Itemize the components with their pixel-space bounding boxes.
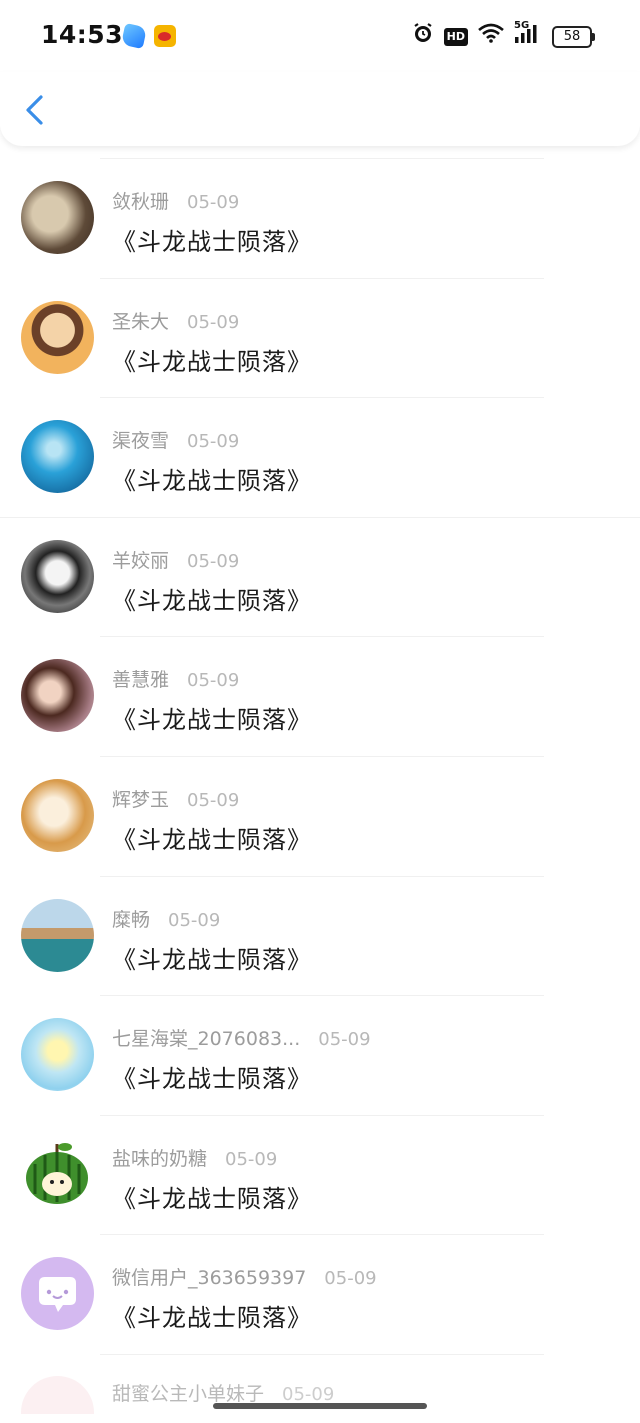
divider (100, 397, 544, 399)
user-name-text: 微信用户_363659397 (112, 1267, 307, 1290)
list-item[interactable]: 盐味的奶糖 05-09 《斗龙战士陨落》 (0, 1114, 640, 1235)
avatar[interactable] (21, 300, 94, 374)
user-name: 糜畅 05-09 (112, 905, 220, 932)
divider (100, 277, 544, 279)
user-name: 敛秋珊 05-09 (112, 187, 239, 214)
comment-date: 05-09 (324, 1268, 377, 1290)
user-name-text: 羊姣丽 (112, 549, 170, 572)
chat-bubble-avatar-icon (39, 1277, 76, 1313)
user-name-text: 辉梦玉 (112, 788, 170, 811)
user-name-text: 渠夜雪 (112, 430, 170, 453)
user-name: 盐味的奶糖 05-09 (112, 1144, 277, 1171)
list-item[interactable]: 圣朱大 05-09 《斗龙战士陨落》 (0, 277, 640, 398)
user-name-text: 善慧雅 (112, 669, 170, 692)
list-item[interactable]: 善慧雅 05-09 《斗龙战士陨落》 (0, 636, 640, 756)
comment-date: 05-09 (187, 192, 240, 213)
comment-date: 05-09 (187, 789, 240, 811)
user-name-text: 七星海棠_2076083... (112, 1028, 301, 1051)
user-name: 辉梦玉 05-09 (112, 785, 239, 812)
back-button[interactable] (16, 88, 56, 132)
comment-text: 《斗龙战士陨落》 (112, 1065, 312, 1094)
list-item[interactable]: 羊姣丽 05-09 《斗龙战士陨落》 (0, 516, 640, 637)
comment-date: 05-09 (187, 311, 240, 333)
status-time: 14:53 (41, 20, 124, 49)
list-item[interactable]: 敛秋珊 05-09 《斗龙战士陨落》 (0, 158, 640, 278)
cellular-signal-icon: 5G (514, 20, 542, 51)
divider (100, 875, 544, 877)
divider (100, 1353, 544, 1355)
comment-date: 05-09 (168, 909, 221, 931)
comment-text: 《斗龙战士陨落》 (112, 825, 312, 854)
divider (100, 1234, 544, 1236)
list-item[interactable]: 微信用户_363659397 05-09 《斗龙战士陨落》 (0, 1234, 640, 1354)
comment-text: 《斗龙战士陨落》 (112, 467, 312, 496)
list-item[interactable]: 七星海棠_2076083... 05-09 《斗龙战士陨落》 (0, 995, 640, 1115)
battery-icon: 58 (552, 26, 595, 48)
network-type-label: 5G (514, 20, 530, 31)
user-name: 渠夜雪 05-09 (112, 426, 239, 453)
avatar[interactable] (21, 1137, 94, 1211)
navigation-bar (0, 72, 640, 146)
user-name: 七星海棠_2076083... 05-09 (112, 1024, 371, 1051)
comment-text: 《斗龙战士陨落》 (112, 945, 312, 974)
user-name: 羊姣丽 05-09 (112, 546, 239, 573)
divider (0, 516, 640, 518)
list-item[interactable]: 辉梦玉 05-09 《斗龙战士陨落》 (0, 755, 640, 876)
user-name-text: 甜蜜公主小单妹子 (112, 1382, 265, 1405)
user-name-text: 糜畅 (112, 908, 151, 931)
app-notification-icon (120, 22, 148, 50)
comment-text: 《斗龙战士陨落》 (112, 1304, 312, 1333)
user-name: 善慧雅 05-09 (112, 665, 239, 692)
comment-date: 05-09 (187, 670, 240, 692)
status-bar: 14:53 HD 5G 58 (0, 0, 640, 72)
status-icons: HD 5G 58 (412, 20, 595, 52)
comment-date: 05-09 (187, 550, 240, 572)
user-name-text: 敛秋珊 (112, 191, 170, 213)
avatar[interactable] (21, 1018, 94, 1092)
comment-text: 《斗龙战士陨落》 (112, 228, 312, 256)
comment-list: 敛秋珊 05-09 《斗龙战士陨落》 圣朱大 05-09 《斗龙战士陨落》 渠夜雪 0… (0, 158, 640, 1414)
avatar[interactable] (21, 778, 94, 852)
comment-text: 《斗龙战士陨落》 (112, 1184, 312, 1213)
avatar[interactable] (21, 181, 94, 254)
list-item[interactable]: 糜畅 05-09 《斗龙战士陨落》 (0, 875, 640, 996)
avatar[interactable] (21, 898, 94, 972)
user-name: 圣朱大 05-09 (112, 307, 239, 334)
divider (100, 995, 544, 997)
divider (100, 755, 544, 757)
comment-date: 05-09 (318, 1029, 371, 1051)
avatar[interactable] (21, 1257, 94, 1331)
weibo-notification-icon (154, 25, 176, 47)
comment-text: 《斗龙战士陨落》 (112, 347, 312, 376)
user-name-text: 圣朱大 (112, 310, 170, 333)
avatar[interactable] (21, 659, 94, 733)
user-name: 微信用户_363659397 05-09 (112, 1263, 377, 1290)
wifi-icon (478, 23, 504, 51)
home-indicator[interactable] (213, 1403, 427, 1409)
divider (100, 636, 544, 638)
avatar[interactable] (21, 539, 94, 613)
chevron-left-icon (26, 95, 43, 125)
user-name-text: 盐味的奶糖 (112, 1147, 208, 1170)
comment-text: 《斗龙战士陨落》 (112, 706, 312, 735)
comment-date: 05-09 (187, 431, 240, 453)
comment-text: 《斗龙战士陨落》 (112, 586, 312, 615)
watermelon-avatar-icon (26, 1142, 88, 1204)
list-item[interactable]: 渠夜雪 05-09 《斗龙战士陨落》 (0, 397, 640, 517)
user-name: 甜蜜公主小单妹子 05-09 (112, 1379, 334, 1406)
avatar[interactable] (21, 420, 94, 494)
comment-date: 05-09 (225, 1148, 278, 1170)
comment-date: 05-09 (282, 1383, 335, 1405)
hd-icon: HD (443, 28, 468, 46)
avatar[interactable] (21, 1375, 94, 1414)
divider (100, 158, 544, 159)
divider (100, 1114, 544, 1116)
alarm-icon (412, 22, 434, 52)
